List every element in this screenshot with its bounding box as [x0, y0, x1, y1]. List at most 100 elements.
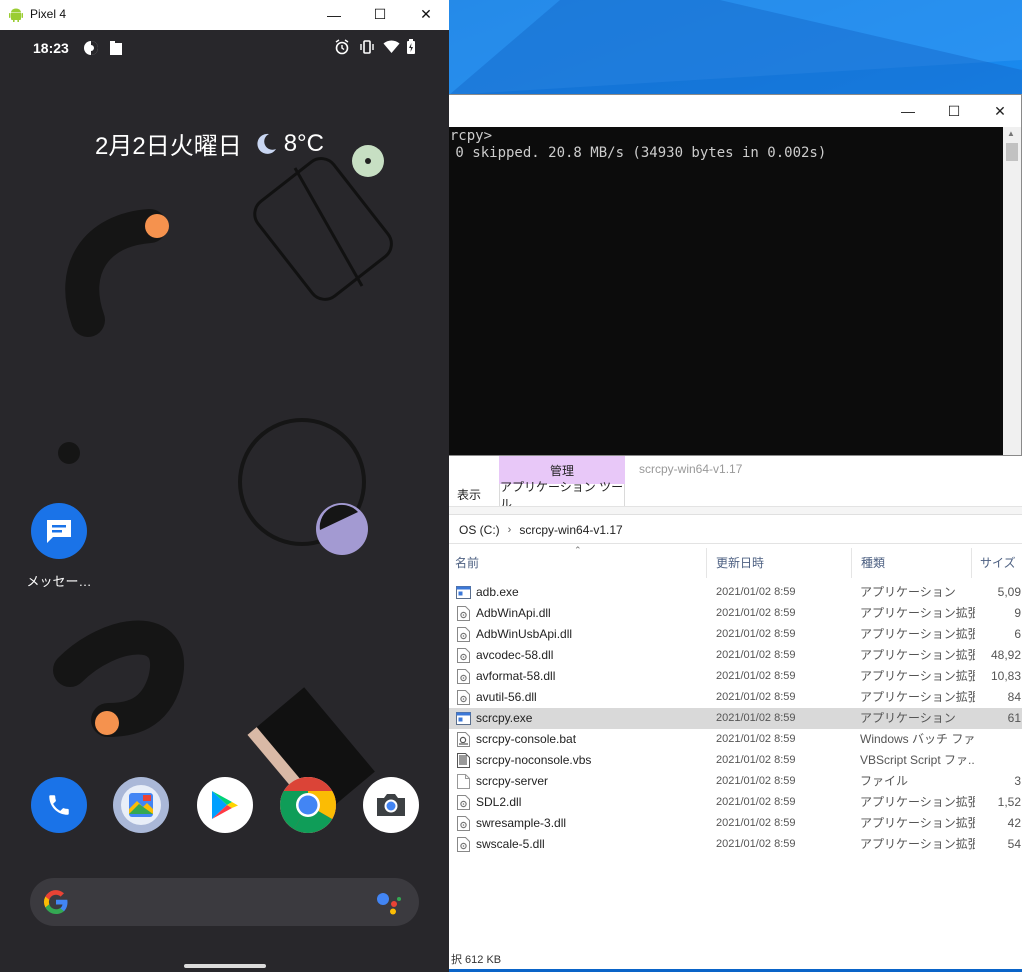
- file-name[interactable]: scrcpy-noconsole.vbs: [476, 750, 706, 771]
- file-row[interactable]: swscale-5.dll 2021/01/02 8:59 アプリケーション拡張 54: [441, 834, 1022, 855]
- column-name[interactable]: 名前: [441, 548, 707, 578]
- dll-file-icon[interactable]: [456, 837, 471, 852]
- file-date: 2021/01/02 8:59: [716, 628, 796, 640]
- minimize-icon[interactable]: —: [311, 0, 357, 29]
- file-name[interactable]: AdbWinUsbApi.dll: [476, 624, 706, 645]
- file-name[interactable]: scrcpy-server: [476, 771, 706, 792]
- file-row[interactable]: AdbWinUsbApi.dll 2021/01/02 8:59 アプリケーション拡…: [441, 624, 1022, 645]
- console-titlebar[interactable]: — ☐ ✕: [441, 95, 1021, 127]
- file-name[interactable]: adb.exe: [476, 582, 706, 603]
- column-size[interactable]: サイズ: [972, 548, 1022, 578]
- messages-app-label[interactable]: メッセー…: [20, 571, 98, 590]
- file-date: 2021/01/02 8:59: [716, 838, 796, 850]
- google-logo-icon[interactable]: [43, 889, 69, 920]
- gallery-icon[interactable]: [113, 777, 169, 833]
- file-row[interactable]: adb.exe 2021/01/02 8:59 アプリケーション 5,09: [441, 582, 1022, 603]
- exe-file-icon[interactable]: [456, 711, 471, 726]
- file-row[interactable]: SDL2.dll 2021/01/02 8:59 アプリケーション拡張 1,52: [441, 792, 1022, 813]
- scrollbar-thumb[interactable]: [1006, 143, 1018, 161]
- column-type[interactable]: 種類: [852, 548, 972, 578]
- exe-file-icon[interactable]: [456, 585, 471, 600]
- dll-file-icon[interactable]: [456, 606, 471, 621]
- file-row[interactable]: avutil-56.dll 2021/01/02 8:59 アプリケーション拡張 84: [441, 687, 1022, 708]
- file-name[interactable]: scrcpy-console.bat: [476, 729, 706, 750]
- google-assistant-icon[interactable]: [375, 890, 403, 921]
- file-name[interactable]: avutil-56.dll: [476, 687, 706, 708]
- gesture-nav-handle[interactable]: [184, 964, 266, 968]
- file-name[interactable]: avcodec-58.dll: [476, 645, 706, 666]
- file-date: 2021/01/02 8:59: [716, 754, 796, 766]
- file-row[interactable]: avformat-58.dll 2021/01/02 8:59 アプリケーション拡張…: [441, 666, 1022, 687]
- file-size: 54: [1007, 837, 1021, 851]
- file-file-icon[interactable]: [456, 774, 471, 789]
- breadcrumb-drive[interactable]: OS (C:): [459, 523, 500, 537]
- console-line: scrcpy>: [441, 128, 493, 144]
- file-type: アプリケーション拡張: [860, 669, 975, 683]
- ribbon-tab-view[interactable]: 表示: [457, 486, 481, 503]
- file-size: 9: [1014, 606, 1021, 620]
- breadcrumb-folder[interactable]: scrcpy-win64-v1.17: [519, 523, 622, 537]
- file-size: 10,83: [990, 669, 1021, 683]
- battery-icon: [406, 39, 416, 58]
- dll-file-icon[interactable]: [456, 816, 471, 831]
- file-name[interactable]: AdbWinApi.dll: [476, 603, 706, 624]
- file-type: アプリケーション: [860, 585, 956, 599]
- file-date: 2021/01/02 8:59: [716, 796, 796, 808]
- file-size: 6: [1014, 627, 1021, 641]
- file-row[interactable]: scrcpy-server 2021/01/02 8:59 ファイル 3: [441, 771, 1022, 792]
- file-size: 5,09: [997, 585, 1021, 599]
- ribbon-tab-application-tools[interactable]: アプリケーション ツール: [499, 480, 625, 511]
- file-row[interactable]: scrcpy-noconsole.vbs 2021/01/02 8:59 VBScr…: [441, 750, 1022, 771]
- close-icon[interactable]: ✕: [403, 0, 449, 29]
- file-size: 61: [1007, 711, 1021, 725]
- bat-file-icon[interactable]: [456, 732, 471, 747]
- file-row[interactable]: scrcpy-console.bat 2021/01/02 8:59 Windows…: [441, 729, 1022, 750]
- vbs-file-icon[interactable]: [456, 753, 471, 768]
- file-date: 2021/01/02 8:59: [716, 670, 796, 682]
- file-row[interactable]: swresample-3.dll 2021/01/02 8:59 アプリケーション拡…: [441, 813, 1022, 834]
- file-row[interactable]: scrcpy.exe 2021/01/02 8:59 アプリケーション 61: [441, 708, 1022, 729]
- chevron-right-icon[interactable]: ›: [508, 524, 512, 536]
- google-search-bar[interactable]: [30, 878, 419, 926]
- dll-file-icon[interactable]: [456, 690, 471, 705]
- file-name[interactable]: avformat-58.dll: [476, 666, 706, 687]
- messages-app-icon[interactable]: [31, 503, 87, 559]
- close-icon[interactable]: ✕: [977, 95, 1022, 127]
- temperature-text[interactable]: 8°C: [284, 130, 324, 158]
- phone-titlebar[interactable]: Pixel 4 — ☐ ✕: [0, 0, 449, 30]
- console-window[interactable]: — ☐ ✕ scrcpy> 0 skipped. 20.8 MB/s (3493…: [440, 94, 1022, 456]
- scroll-up-icon[interactable]: ▲: [1007, 129, 1015, 138]
- column-date[interactable]: 更新日時: [707, 548, 852, 578]
- explorer-window[interactable]: 管理 アプリケーション ツール 表示 scrcpy-win64-v1.17 OS…: [440, 456, 1022, 972]
- dll-file-icon[interactable]: [456, 669, 471, 684]
- data-saver-icon: [83, 40, 99, 59]
- chrome-icon[interactable]: [280, 777, 336, 833]
- file-name[interactable]: SDL2.dll: [476, 792, 706, 813]
- file-date: 2021/01/02 8:59: [716, 649, 796, 661]
- file-row[interactable]: avcodec-58.dll 2021/01/02 8:59 アプリケーション拡張 4…: [441, 645, 1022, 666]
- dll-file-icon[interactable]: [456, 795, 471, 810]
- camera-icon[interactable]: [363, 777, 419, 833]
- file-type: アプリケーション拡張: [860, 795, 975, 809]
- at-a-glance-widget[interactable]: 2月2日火曜日 8°C: [95, 126, 324, 161]
- console-scrollbar[interactable]: ▲: [1003, 127, 1021, 455]
- phone-screen[interactable]: 18:23 2月2日火曜日 8°C メッセー…: [0, 30, 449, 972]
- play-store-icon[interactable]: [197, 777, 253, 833]
- file-name[interactable]: scrcpy.exe: [476, 708, 706, 729]
- maximize-icon[interactable]: ☐: [931, 95, 977, 127]
- maximize-icon[interactable]: ☐: [357, 0, 403, 29]
- notification-square-icon: [108, 40, 124, 59]
- file-name[interactable]: swscale-5.dll: [476, 834, 706, 855]
- phone-icon[interactable]: [31, 777, 87, 833]
- file-type: アプリケーション拡張: [860, 837, 975, 851]
- date-text[interactable]: 2月2日火曜日: [95, 126, 242, 161]
- file-type: アプリケーション拡張: [860, 606, 975, 620]
- minimize-icon[interactable]: —: [885, 95, 931, 127]
- dll-file-icon[interactable]: [456, 648, 471, 663]
- address-bar[interactable]: OS (C:) › scrcpy-win64-v1.17: [441, 516, 1022, 544]
- dll-file-icon[interactable]: [456, 627, 471, 642]
- file-row[interactable]: AdbWinApi.dll 2021/01/02 8:59 アプリケーション拡張 9: [441, 603, 1022, 624]
- console-output[interactable]: scrcpy> 0 skipped. 20.8 MB/s (34930 byte…: [441, 127, 1021, 455]
- file-name[interactable]: swresample-3.dll: [476, 813, 706, 834]
- phone-window[interactable]: Pixel 4 — ☐ ✕ 18:23 2月2日火曜日 8°C メッセー…: [0, 0, 449, 972]
